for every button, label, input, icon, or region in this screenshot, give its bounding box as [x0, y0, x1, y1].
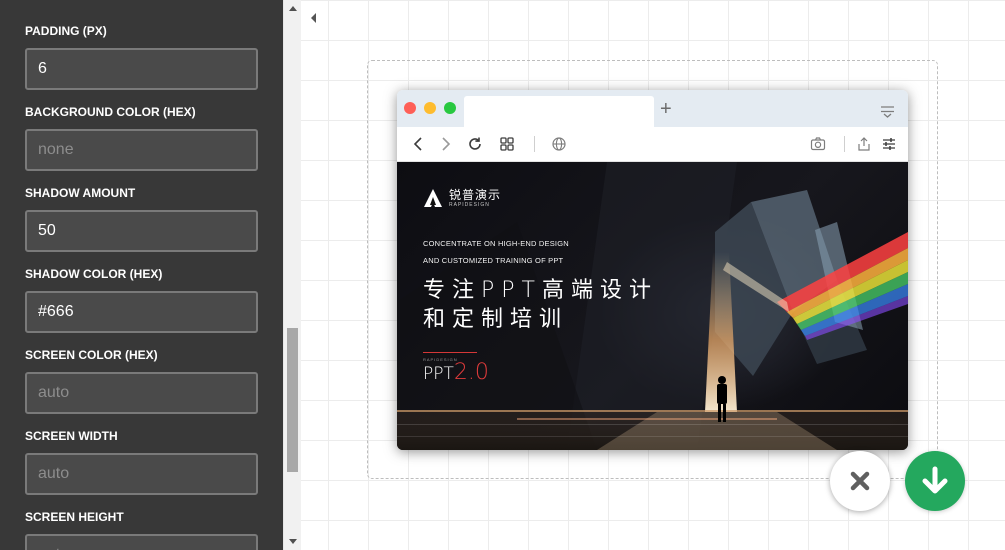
- maximize-window-dot: [444, 102, 456, 114]
- screen-width-label: SCREEN WIDTH: [25, 429, 118, 443]
- version-mark: PPT2.0: [423, 360, 489, 385]
- download-icon: [922, 466, 948, 494]
- back-icon: [413, 137, 422, 151]
- scrollbar-thumb[interactable]: [287, 328, 298, 472]
- padding-label: PADDING (PX): [25, 24, 107, 38]
- shadow-amount-input[interactable]: [25, 210, 258, 252]
- headline-line-2: 和定制培训: [423, 307, 569, 332]
- shadow-color-label: SHADOW COLOR (HEX): [25, 267, 163, 281]
- screen-color-input[interactable]: [25, 372, 258, 414]
- background-color-label: BACKGROUND COLOR (HEX): [25, 105, 196, 119]
- apps-grid-icon: [500, 137, 514, 151]
- collapse-sidebar-icon[interactable]: [311, 13, 316, 23]
- toolbar-divider: [534, 136, 535, 152]
- shadow-amount-field: SHADOW AMOUNT: [25, 186, 258, 252]
- hero-page: 锐普演示 RAPIDESIGN CONCENTRATE ON HIGH-END …: [397, 162, 908, 450]
- screen-color-field: SCREEN COLOR (HEX): [25, 348, 258, 414]
- background-color-field: BACKGROUND COLOR (HEX): [25, 105, 258, 171]
- share-icon: [858, 137, 870, 151]
- screen-height-label: SCREEN HEIGHT: [25, 510, 124, 524]
- shadow-amount-label: SHADOW AMOUNT: [25, 186, 136, 200]
- screen-height-input[interactable]: [25, 534, 258, 550]
- globe-icon: [552, 137, 566, 151]
- browser-toolbar: [397, 127, 908, 162]
- browser-tab: [464, 96, 654, 127]
- download-button[interactable]: [905, 451, 965, 511]
- tagline-line-1: CONCENTRATE ON HIGH-END DESIGN: [423, 239, 569, 248]
- close-window-dot: [404, 102, 416, 114]
- settings-sliders-icon: [883, 138, 895, 150]
- padding-input[interactable]: [25, 48, 258, 90]
- forward-icon: [442, 137, 451, 151]
- brand-name-en: RAPIDESIGN: [449, 201, 490, 208]
- screen-width-input[interactable]: [25, 453, 258, 495]
- shadow-color-input[interactable]: [25, 291, 258, 333]
- screen-color-label: SCREEN COLOR (HEX): [25, 348, 158, 362]
- scroll-down-icon[interactable]: [289, 539, 297, 544]
- screen-width-field: SCREEN WIDTH: [25, 429, 258, 495]
- shadow-color-field: SHADOW COLOR (HEX): [25, 267, 258, 333]
- new-tab-icon: +: [660, 98, 672, 120]
- brand-logo: 锐普演示 RAPIDESIGN: [423, 188, 501, 208]
- toolbar-divider-right: [844, 136, 845, 152]
- browser-titlebar: +: [397, 90, 908, 127]
- screen-height-field: SCREEN HEIGHT: [25, 510, 258, 550]
- headline-line-1: 专注PPT高端设计: [423, 278, 658, 303]
- hamburger-menu-icon: [881, 106, 894, 118]
- accent-divider: [423, 352, 477, 353]
- scroll-up-icon[interactable]: [289, 6, 297, 11]
- reload-icon: [469, 137, 481, 150]
- camera-icon: [810, 137, 826, 151]
- settings-sidebar: PADDING (PX) BACKGROUND COLOR (HEX) SHAD…: [0, 0, 283, 550]
- minimize-window-dot: [424, 102, 436, 114]
- discard-button[interactable]: [830, 451, 890, 511]
- brand-name-cn: 锐普演示: [449, 187, 502, 202]
- sidebar-scrollbar[interactable]: [283, 0, 301, 550]
- tagline-line-2: AND CUSTOMIZED TRAINING OF PPT: [423, 256, 564, 265]
- background-color-input[interactable]: [25, 129, 258, 171]
- close-icon: [850, 471, 870, 491]
- version-number: 2.0: [453, 360, 489, 385]
- version-prefix: PPT: [423, 364, 454, 384]
- padding-field: PADDING (PX): [25, 24, 258, 90]
- brand-logo-icon: [424, 189, 442, 207]
- browser-mockup: + 锐普演示 RAPIDESIGN CONCENTRATE ON HIGH-EN…: [397, 90, 908, 450]
